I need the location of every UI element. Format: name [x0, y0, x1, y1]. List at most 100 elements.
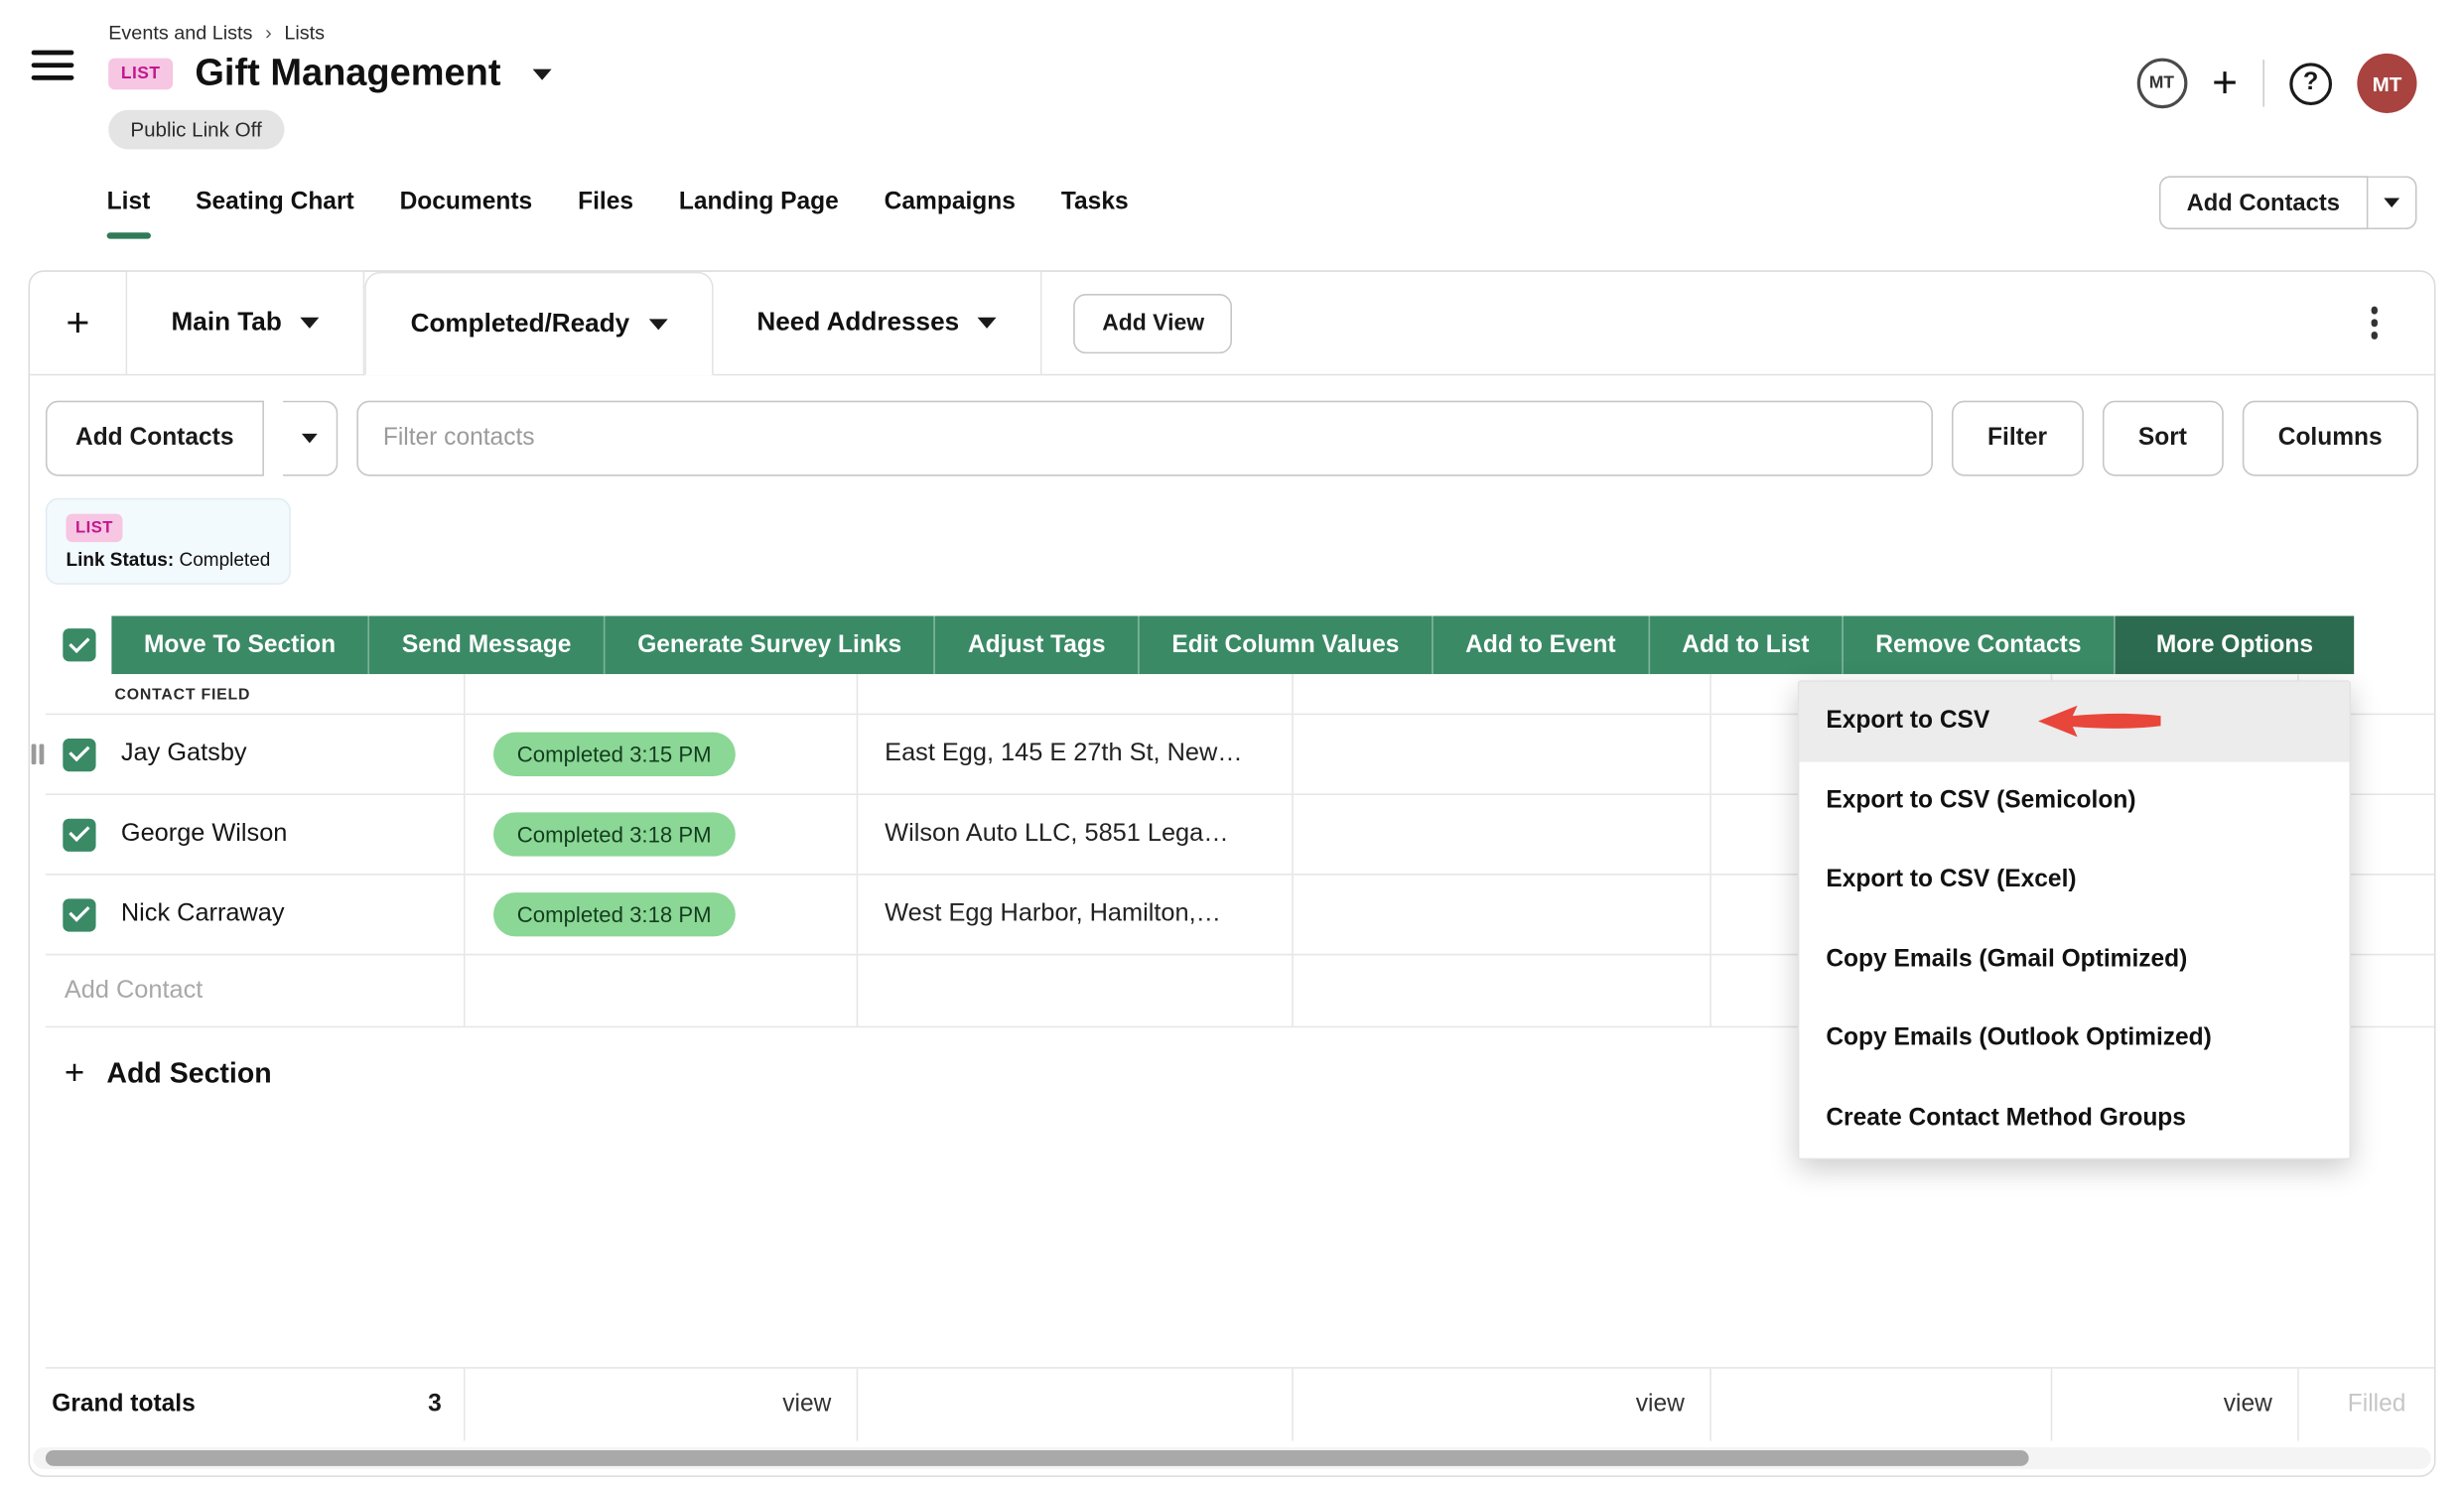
remove-contacts-button[interactable]: Remove Contacts: [1844, 616, 2116, 675]
view-tab-main-tab[interactable]: Main Tab: [127, 272, 364, 374]
add-contact-placeholder[interactable]: Add Contact: [65, 977, 203, 1005]
nav-actions: Add Contacts: [2158, 176, 2416, 229]
row-checkbox[interactable]: [63, 738, 95, 770]
tab-list[interactable]: List: [107, 167, 151, 239]
menu-item-copy-emails-outlook[interactable]: Copy Emails (Outlook Optimized): [1799, 1000, 2349, 1079]
move-to-section-button[interactable]: Move To Section: [111, 616, 369, 675]
view-tab-completed-ready[interactable]: Completed/Ready: [365, 272, 713, 375]
filter-button[interactable]: Filter: [1952, 401, 2084, 476]
row-checkbox[interactable]: [63, 898, 95, 931]
menu-item-export-to-csv-excel[interactable]: Export to CSV (Excel): [1799, 841, 2349, 920]
add-contacts-dropdown-secondary[interactable]: [283, 401, 338, 476]
list-card: + Main Tab Completed/Ready Need Addresse…: [28, 270, 2435, 1477]
add-to-event-button[interactable]: Add to Event: [1434, 616, 1650, 675]
tab-seating-chart[interactable]: Seating Chart: [196, 167, 354, 239]
menu-item-label: Copy Emails (Gmail Optimized): [1826, 946, 2187, 974]
breadcrumb-lists[interactable]: Lists: [284, 22, 325, 44]
edit-column-values-button[interactable]: Edit Column Values: [1140, 616, 1434, 675]
view-tab-need-addresses[interactable]: Need Addresses: [713, 272, 1042, 374]
empty-cell[interactable]: [1294, 795, 1711, 874]
status-cell[interactable]: Completed 3:15 PM: [466, 715, 859, 793]
columns-button[interactable]: Columns: [2242, 401, 2418, 476]
empty-cell[interactable]: [1294, 715, 1711, 793]
add-member-icon[interactable]: +: [2212, 62, 2238, 105]
status-cell[interactable]: Completed 3:18 PM: [466, 876, 859, 954]
chevron-down-icon: [2384, 198, 2399, 206]
tab-campaigns[interactable]: Campaigns: [885, 167, 1016, 239]
select-all-checkbox[interactable]: [63, 628, 95, 661]
tab-landing-page[interactable]: Landing Page: [679, 167, 839, 239]
link-status-value: Completed: [179, 548, 270, 570]
card-overflow-menu-icon[interactable]: [2364, 301, 2384, 345]
add-section-button[interactable]: + Add Section: [65, 1053, 272, 1094]
add-contacts-button[interactable]: Add Contacts: [2158, 176, 2368, 229]
help-icon[interactable]: ?: [2289, 63, 2332, 105]
row-checkbox-cell: [46, 795, 111, 874]
status-badge: Completed 3:15 PM: [493, 733, 735, 776]
menu-item-create-contact-method-groups[interactable]: Create Contact Method Groups: [1799, 1079, 2349, 1158]
tab-files[interactable]: Files: [578, 167, 633, 239]
scrollbar-thumb[interactable]: [46, 1450, 2029, 1466]
menu-item-copy-emails-gmail[interactable]: Copy Emails (Gmail Optimized): [1799, 920, 2349, 1000]
contact-name[interactable]: George Wilson: [111, 795, 465, 874]
contact-field-column-header: CONTACT FIELD: [111, 674, 465, 714]
row-checkbox-cell: [46, 715, 111, 793]
title-row: LIST Gift Management: [108, 52, 551, 95]
contact-address[interactable]: East Egg, 145 E 27th St, New…: [858, 715, 1293, 793]
header-main: Events and Lists › Lists LIST Gift Manag…: [108, 22, 551, 149]
app-page: Events and Lists › Lists LIST Gift Manag…: [0, 0, 2464, 1489]
tab-documents[interactable]: Documents: [400, 167, 533, 239]
filter-contacts-input[interactable]: [356, 401, 1933, 476]
add-view-button[interactable]: Add View: [1074, 293, 1233, 352]
chevron-down-icon: [978, 318, 997, 329]
tab-tasks[interactable]: Tasks: [1061, 167, 1129, 239]
page-title: Gift Management: [195, 52, 500, 95]
send-message-button[interactable]: Send Message: [369, 616, 605, 675]
menu-item-label: Create Contact Method Groups: [1826, 1104, 2186, 1132]
add-tab-button[interactable]: +: [30, 272, 127, 374]
user-avatar[interactable]: MT: [2357, 54, 2416, 113]
view-total-link[interactable]: view: [2052, 1369, 2299, 1441]
menu-item-label: Export to CSV: [1826, 708, 1989, 736]
horizontal-scrollbar[interactable]: [33, 1447, 2431, 1469]
contact-address[interactable]: West Egg Harbor, Hamilton,…: [858, 876, 1293, 954]
hamburger-menu-icon[interactable]: [32, 51, 74, 80]
view-total-link[interactable]: view: [1294, 1369, 1711, 1441]
row-checkbox[interactable]: [63, 818, 95, 851]
chevron-down-icon: [302, 434, 318, 443]
public-link-status-pill[interactable]: Public Link Off: [108, 110, 284, 150]
title-chevron-down-icon[interactable]: [532, 68, 551, 79]
grand-totals-row: 3 view view view Filled Grand totals: [46, 1367, 2434, 1440]
menu-item-export-to-csv[interactable]: Export to CSV: [1799, 682, 2349, 761]
view-tab-label: Completed/Ready: [411, 309, 630, 338]
list-type-badge: LIST: [108, 59, 173, 90]
breadcrumb-events-and-lists[interactable]: Events and Lists: [108, 22, 252, 44]
link-status-line: Link Status: Completed: [66, 548, 270, 570]
add-contacts-button-secondary[interactable]: Add Contacts: [46, 401, 264, 476]
bulk-actions-row: Move To Section Send Message Generate Su…: [46, 616, 2418, 675]
header-divider: [2262, 60, 2264, 106]
view-tabs-bar: + Main Tab Completed/Ready Need Addresse…: [30, 272, 2434, 375]
status-cell[interactable]: Completed 3:18 PM: [466, 795, 859, 874]
contact-address[interactable]: Wilson Auto LLC, 5851 Lega…: [858, 795, 1293, 874]
contact-name[interactable]: Nick Carraway: [111, 876, 465, 954]
sort-button[interactable]: Sort: [2102, 401, 2223, 476]
grand-totals-label: Grand totals: [52, 1391, 196, 1419]
empty-cell[interactable]: [1294, 876, 1711, 954]
menu-item-label: Export to CSV (Excel): [1826, 867, 2076, 894]
contact-name[interactable]: Jay Gatsby: [111, 715, 465, 793]
add-contacts-dropdown-button[interactable]: [2368, 176, 2416, 229]
header-actions: MT + ? MT: [2136, 54, 2416, 113]
drag-handle-icon[interactable]: [32, 744, 44, 765]
more-options-menu: Export to CSV Export to CSV (Semicolon) …: [1798, 680, 2351, 1159]
adjust-tags-button[interactable]: Adjust Tags: [935, 616, 1139, 675]
generate-survey-links-button[interactable]: Generate Survey Links: [606, 616, 936, 675]
team-member-avatar[interactable]: MT: [2136, 59, 2187, 109]
add-to-list-button[interactable]: Add to List: [1650, 616, 1844, 675]
bulk-actions-toolbar: Move To Section Send Message Generate Su…: [111, 616, 2354, 675]
menu-item-export-to-csv-semicolon[interactable]: Export to CSV (Semicolon): [1799, 761, 2349, 841]
app-header: Events and Lists › Lists LIST Gift Manag…: [0, 0, 2464, 167]
select-all-cell: [46, 628, 111, 661]
more-options-button[interactable]: More Options: [2116, 616, 2354, 675]
view-total-link[interactable]: view: [466, 1369, 859, 1441]
